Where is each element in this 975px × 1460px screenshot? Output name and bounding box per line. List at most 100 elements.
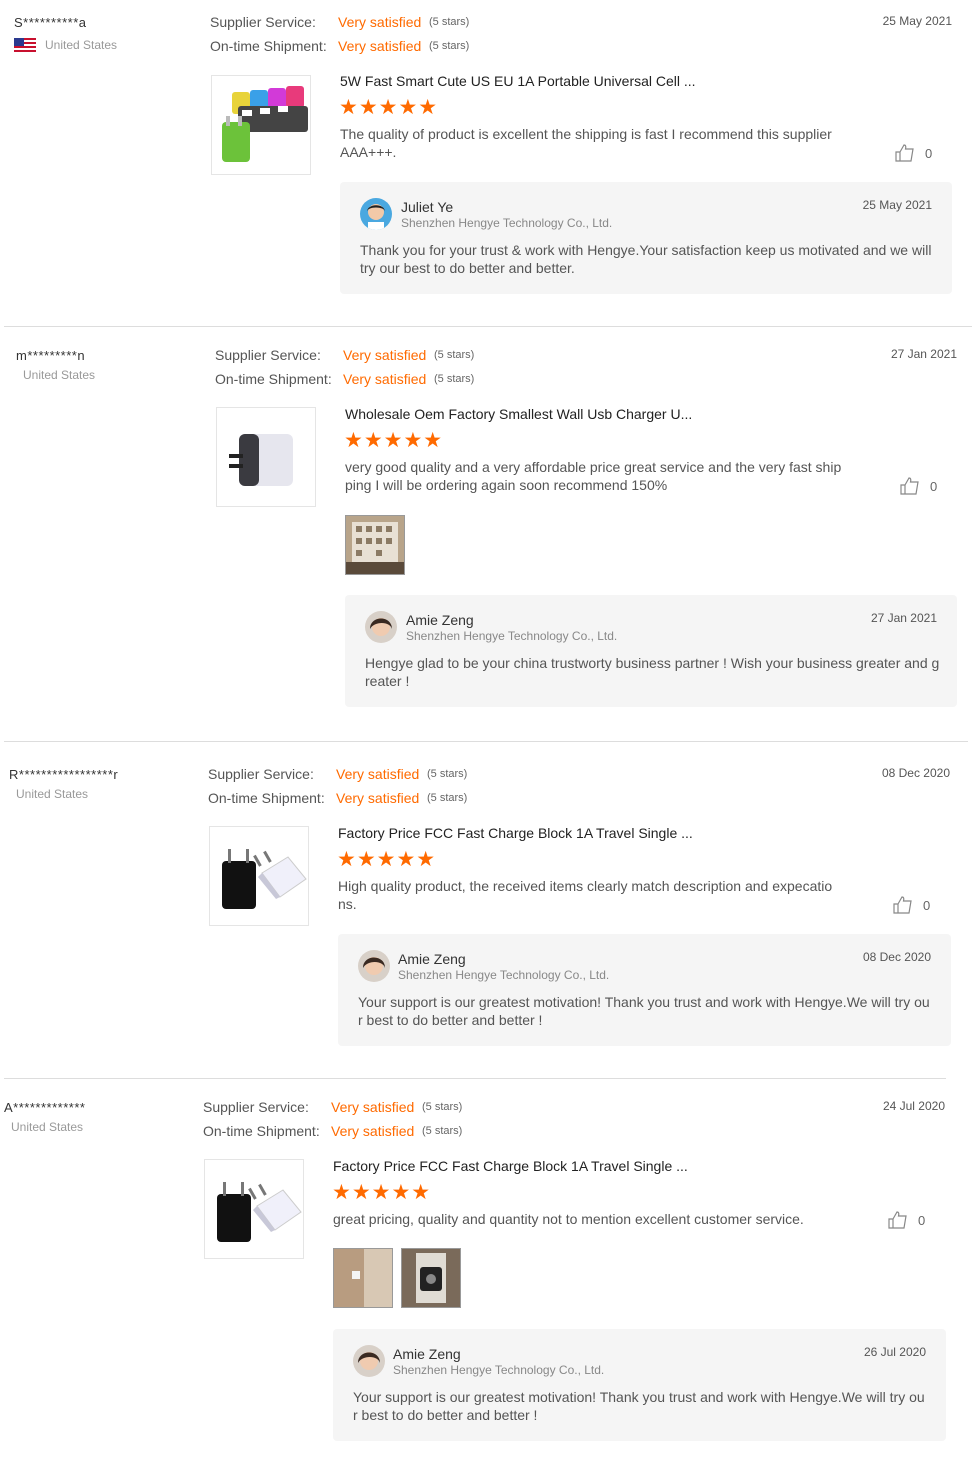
like-count: 0	[925, 145, 933, 161]
reply-company: Shenzhen Hengye Technology Co., Ltd.	[401, 216, 613, 230]
review-card: A************* United States Supplier Se…	[0, 1085, 975, 1455]
review-card: S**********a United States Supplier Serv…	[0, 0, 975, 320]
buyer-country: United States	[14, 38, 117, 52]
ontime-shipment-value: Very satisfied	[331, 1123, 415, 1139]
reply-date: 08 Dec 2020	[862, 950, 931, 964]
ontime-shipment-stars: (5 stars)	[422, 1125, 463, 1137]
thumbs-up-icon	[900, 477, 919, 495]
ontime-shipment-label: On-time Shipment:	[210, 38, 327, 54]
supplier-service-value: Very satisfied	[338, 14, 422, 30]
product-title-link[interactable]: Factory Price FCC Fast Charge Block 1A T…	[338, 825, 693, 841]
reply-company: Shenzhen Hengye Technology Co., Ltd.	[393, 1363, 605, 1377]
review-card: m*********n United States Supplier Servi…	[0, 333, 975, 733]
review-divider	[4, 741, 968, 742]
charger-black-white-image	[222, 849, 307, 909]
product-thumbnail[interactable]	[216, 407, 316, 507]
reply-author: Juliet Ye	[401, 199, 454, 215]
buyer-name: R*****************r	[9, 767, 119, 782]
supplier-service-label: Supplier Service:	[208, 766, 314, 782]
buyer-country: United States	[23, 368, 95, 382]
supplier-service-label: Supplier Service:	[215, 347, 321, 363]
ontime-shipment-stars: (5 stars)	[427, 792, 468, 804]
charger-white-image	[229, 434, 293, 486]
buyer-name: A*************	[4, 1100, 86, 1115]
reply-text: Hengye glad to be your china trustworty …	[365, 655, 940, 689]
ontime-shipment-label: On-time Shipment:	[215, 371, 332, 387]
supplier-service-label: Supplier Service:	[203, 1099, 309, 1115]
reply-company: Shenzhen Hengye Technology Co., Ltd.	[406, 629, 618, 643]
review-comment: The quality of product is excellent the …	[340, 126, 832, 160]
supplier-service-stars: (5 stars)	[427, 768, 468, 780]
like-button[interactable]: 0	[888, 1211, 925, 1229]
review-date: 08 Dec 2020	[881, 766, 950, 780]
reply-text: Your support is our greatest motivation!…	[353, 1389, 925, 1423]
country-label: United States	[23, 368, 96, 382]
supplier-reply: Juliet Ye Shenzhen Hengye Technology Co.…	[340, 182, 952, 294]
buyer-country: United States	[16, 787, 88, 801]
avatar	[358, 950, 390, 982]
country-label: United States	[45, 38, 118, 52]
supplier-service-label: Supplier Service:	[210, 14, 316, 30]
like-count: 0	[918, 1212, 926, 1228]
avatar	[360, 198, 392, 230]
like-count: 0	[930, 478, 938, 494]
reply-author: Amie Zeng	[393, 1346, 461, 1362]
avatar	[353, 1345, 385, 1377]
like-count: 0	[923, 897, 931, 913]
review-photo[interactable]	[401, 1248, 461, 1308]
supplier-service-value: Very satisfied	[343, 347, 427, 363]
charger-black-white-image	[217, 1182, 302, 1242]
thumbs-up-icon	[888, 1211, 907, 1229]
product-thumbnail[interactable]	[204, 1159, 304, 1259]
rating-stars: ★★★★★	[337, 848, 437, 871]
supplier-reply: Amie Zeng Shenzhen Hengye Technology Co.…	[345, 595, 957, 707]
review-photo[interactable]	[345, 515, 405, 575]
ontime-shipment-value: Very satisfied	[338, 38, 422, 54]
supplier-reply: Amie Zeng Shenzhen Hengye Technology Co.…	[333, 1329, 946, 1441]
review-photo[interactable]	[333, 1248, 393, 1308]
ontime-shipment-label: On-time Shipment:	[203, 1123, 320, 1139]
review-date: 27 Jan 2021	[890, 347, 957, 361]
product-title-link[interactable]: Factory Price FCC Fast Charge Block 1A T…	[333, 1158, 688, 1174]
rating-stars: ★★★★★	[344, 429, 444, 452]
reply-author: Amie Zeng	[406, 612, 474, 628]
supplier-service-value: Very satisfied	[331, 1099, 415, 1115]
us-flag-icon	[14, 38, 36, 52]
ontime-shipment-stars: (5 stars)	[434, 373, 475, 385]
review-date: 25 May 2021	[882, 14, 952, 28]
review-comment: High quality product, the received items…	[338, 878, 833, 912]
like-button[interactable]: 0	[893, 896, 930, 914]
supplier-reply: Amie Zeng Shenzhen Hengye Technology Co.…	[338, 934, 951, 1046]
supplier-service-value: Very satisfied	[336, 766, 420, 782]
supplier-service-stars: (5 stars)	[422, 1101, 463, 1113]
thumbs-up-icon	[893, 896, 912, 914]
review-divider	[4, 1078, 946, 1079]
ontime-shipment-value: Very satisfied	[343, 371, 427, 387]
review-card: R*****************r United States Suppli…	[0, 752, 975, 1072]
reply-date: 26 Jul 2020	[863, 1345, 926, 1359]
charger-colorful-image	[222, 86, 308, 162]
product-title-link[interactable]: Wholesale Oem Factory Smallest Wall Usb …	[345, 406, 692, 422]
review-comment: very good quality and a very affordable …	[345, 459, 842, 493]
review-date: 24 Jul 2020	[882, 1099, 945, 1113]
reply-text: Thank you for your trust & work with Hen…	[360, 242, 932, 276]
like-button[interactable]: 0	[895, 144, 932, 162]
avatar	[365, 611, 397, 643]
ontime-shipment-value: Very satisfied	[336, 790, 420, 806]
country-label: United States	[11, 1120, 84, 1134]
rating-stars: ★★★★★	[332, 1181, 432, 1204]
country-label: United States	[16, 787, 89, 801]
supplier-service-stars: (5 stars)	[434, 349, 475, 361]
product-title-link[interactable]: 5W Fast Smart Cute US EU 1A Portable Uni…	[340, 73, 696, 89]
product-thumbnail[interactable]	[211, 75, 311, 175]
review-divider	[4, 326, 972, 327]
buyer-name: m*********n	[16, 348, 86, 363]
rating-stars: ★★★★★	[339, 96, 439, 119]
reply-text: Your support is our greatest motivation!…	[358, 994, 930, 1028]
reply-date: 25 May 2021	[862, 198, 932, 212]
thumbs-up-icon	[895, 144, 914, 162]
product-thumbnail[interactable]	[209, 826, 309, 926]
reply-date: 27 Jan 2021	[870, 611, 937, 625]
like-button[interactable]: 0	[900, 477, 937, 495]
review-comment: great pricing, quality and quantity not …	[333, 1211, 804, 1227]
